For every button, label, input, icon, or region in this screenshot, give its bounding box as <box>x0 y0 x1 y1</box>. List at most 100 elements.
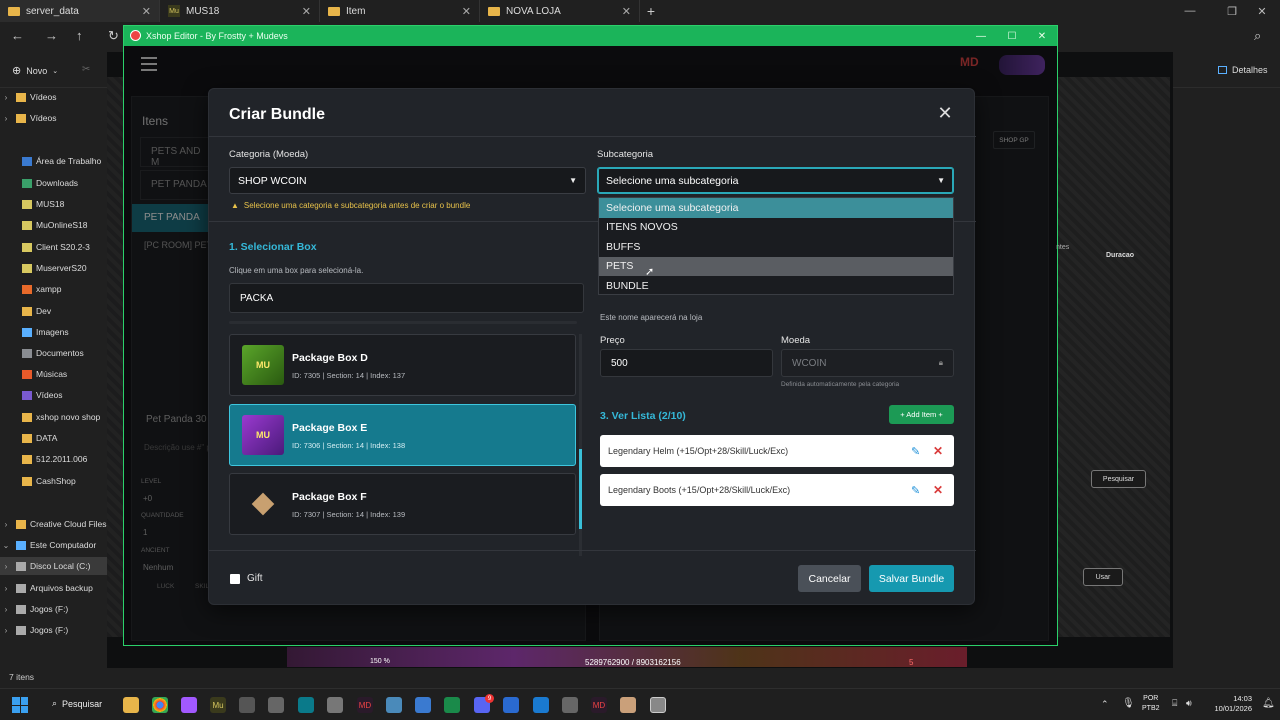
chrome-icon[interactable] <box>152 697 168 713</box>
sidebar-item[interactable]: MuserverS20 <box>0 259 107 277</box>
microphone-icon[interactable]: 🎙︎ <box>1122 698 1135 709</box>
sidebar-item[interactable]: MuOnlineS18 <box>0 216 107 234</box>
close-icon[interactable]: ✕ <box>302 5 311 18</box>
sidebar-item[interactable]: › Arquivos backup <box>0 579 107 597</box>
search-icon[interactable]: ⌕ <box>1254 28 1261 44</box>
box-card-selected[interactable]: MU Package Box E ID: 7306 | Section: 14 … <box>229 404 576 466</box>
preco-input[interactable]: 500 <box>600 349 773 377</box>
dropdown-option[interactable]: BUNDLE <box>599 276 953 296</box>
close-icon[interactable]: ✕ <box>462 5 471 18</box>
back-icon[interactable]: ← <box>11 28 24 43</box>
close-icon[interactable]: ✕ <box>935 103 955 123</box>
mudevs-icon[interactable]: MD <box>357 697 373 713</box>
sidebar-item[interactable]: Músicas <box>0 365 107 383</box>
sidebar-item[interactable]: xampp <box>0 280 107 298</box>
chevron-icon[interactable]: › <box>0 520 12 529</box>
sidebar-item[interactable]: › Jogos (F:) <box>0 600 107 618</box>
windows-start-icon[interactable] <box>12 697 28 713</box>
sidebar-item[interactable]: Área de Trabalho <box>0 152 107 170</box>
sidebar-item[interactable]: › Vídeos <box>0 109 107 127</box>
refresh-icon[interactable]: ↻ <box>108 28 119 44</box>
game-search-button[interactable]: Pesquisar <box>1091 470 1146 488</box>
chevron-icon[interactable]: › <box>0 626 12 635</box>
sidebar-item[interactable]: Imagens <box>0 323 107 341</box>
file-explorer-icon[interactable] <box>123 697 139 713</box>
chevron-up-icon[interactable]: ⌃ <box>1101 699 1109 710</box>
box-search-input[interactable]: PACKA <box>229 283 584 313</box>
app-icon[interactable] <box>620 697 636 713</box>
vscode-icon[interactable] <box>533 697 549 713</box>
app-icon[interactable] <box>239 697 255 713</box>
new-button[interactable]: ⊕ Novo ⌄ <box>12 64 58 77</box>
delete-icon[interactable]: ✕ <box>933 444 943 458</box>
network-icon[interactable]: ⌸ <box>1172 698 1177 709</box>
taskbar-search[interactable]: ⌕ Pesquisar <box>52 698 102 709</box>
up-icon[interactable]: ↑ <box>76 28 83 43</box>
sidebar-item[interactable]: Documentos <box>0 344 107 362</box>
tab-item[interactable]: Item ✕ <box>320 0 480 22</box>
sidebar-item[interactable]: Downloads <box>0 174 107 192</box>
gear-icon[interactable] <box>327 697 343 713</box>
edit-icon[interactable]: ✎ <box>911 445 920 458</box>
dropdown-option[interactable]: BUFFS <box>599 237 953 257</box>
save-bundle-button[interactable]: Salvar Bundle <box>869 565 954 592</box>
close-window-icon[interactable]: ✕ <box>1027 26 1057 46</box>
categoria-select[interactable]: SHOP WCOIN ▼ <box>229 167 586 194</box>
notification-icon[interactable]: 🔔︎ <box>1262 698 1275 709</box>
tools-icon[interactable] <box>268 697 284 713</box>
forward-icon[interactable]: → <box>45 28 58 43</box>
chevron-icon[interactable]: › <box>0 584 12 593</box>
mudevs-icon[interactable]: MD <box>591 697 607 713</box>
chevron-icon[interactable]: › <box>0 605 12 614</box>
tab-mus18[interactable]: Mu MUS18 ✕ <box>160 0 320 22</box>
sidebar-item[interactable]: 512.2011.006 <box>0 450 107 468</box>
terminal-icon[interactable] <box>444 697 460 713</box>
sidebar-item[interactable]: ⌄ Este Computador <box>0 536 107 554</box>
close-window-icon[interactable]: ✕ <box>1244 0 1280 22</box>
cut-icon[interactable]: ✂ <box>82 64 90 75</box>
figma-icon[interactable] <box>181 697 197 713</box>
maximize-icon[interactable]: ☐ <box>997 26 1027 46</box>
subcategoria-select[interactable]: Selecione uma subcategoria ▼ <box>597 167 954 194</box>
sidebar-item[interactable]: MUS18 <box>0 195 107 213</box>
delete-icon[interactable]: ✕ <box>933 483 943 497</box>
document-icon[interactable] <box>415 697 431 713</box>
sidebar-item[interactable]: › Creative Cloud Files <box>0 515 107 533</box>
mu-icon[interactable]: Mu <box>210 697 226 713</box>
close-icon[interactable]: ✕ <box>622 5 631 18</box>
app-icon[interactable] <box>386 697 402 713</box>
sidebar-item[interactable]: › Vídeos <box>0 88 107 106</box>
add-item-button[interactable]: + Add Item + <box>889 405 954 424</box>
sidebar-item[interactable]: Vídeos <box>0 386 107 404</box>
cancel-button[interactable]: Cancelar <box>798 565 861 592</box>
sidebar-item[interactable]: xshop novo shop <box>0 408 107 426</box>
minimize-icon[interactable]: — <box>1172 0 1208 22</box>
chevron-icon[interactable]: › <box>0 93 12 102</box>
xshop-icon[interactable] <box>650 697 666 713</box>
new-tab-button[interactable]: + <box>640 0 662 22</box>
game-use-button[interactable]: Usar <box>1083 568 1123 586</box>
azure-icon[interactable] <box>503 697 519 713</box>
sidebar-item[interactable]: › Disco Local (C:) <box>0 557 107 575</box>
edit-icon[interactable]: ✎ <box>911 484 920 497</box>
volume-icon[interactable]: 🔊︎ <box>1186 698 1192 709</box>
language-indicator[interactable]: POR PTB2 <box>1142 694 1160 714</box>
sidebar-item[interactable]: Dev <box>0 302 107 320</box>
dropdown-option[interactable]: ITENS NOVOS <box>599 218 953 238</box>
box-list-scroll-thumb[interactable] <box>579 449 582 529</box>
sidebar-item[interactable]: CashShop <box>0 472 107 490</box>
sidebar-item[interactable]: DATA <box>0 429 107 447</box>
gear-icon[interactable] <box>562 697 578 713</box>
gift-checkbox[interactable] <box>230 573 240 584</box>
chevron-icon[interactable]: › <box>0 114 12 123</box>
tab-nova-loja[interactable]: NOVA LOJA ✕ <box>480 0 640 22</box>
gift-checkbox-group[interactable]: Gift <box>230 573 263 584</box>
chevron-icon[interactable]: ⌄ <box>0 541 12 550</box>
clock[interactable]: 14:03 10/01/2026 <box>1206 694 1252 714</box>
box-card[interactable]: MU Package Box D ID: 7305 | Section: 14 … <box>229 334 576 396</box>
code-icon[interactable] <box>298 697 314 713</box>
box-card[interactable]: Package Box F ID: 7307 | Section: 14 | I… <box>229 473 576 535</box>
tab-server-data[interactable]: server_data ✕ <box>0 0 160 22</box>
chevron-icon[interactable]: › <box>0 562 12 571</box>
sidebar-item[interactable]: › Jogos (F:) <box>0 621 107 639</box>
